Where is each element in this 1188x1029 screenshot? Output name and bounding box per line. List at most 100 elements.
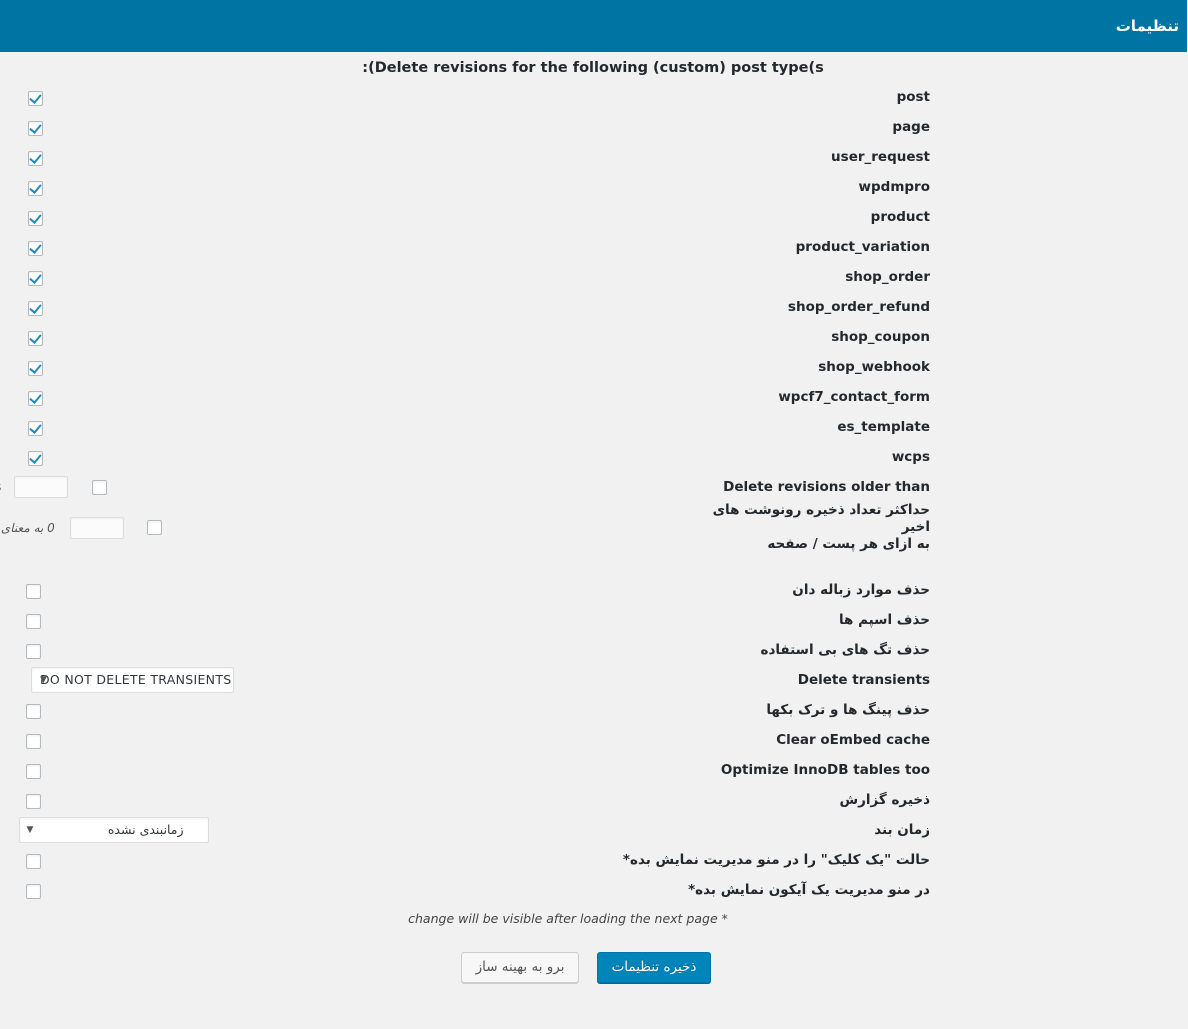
max-revisions-checkbox[interactable] [148, 520, 163, 535]
post-type-checkbox[interactable] [29, 180, 44, 196]
option-checkbox[interactable] [27, 613, 42, 629]
post-type-checkbox[interactable] [29, 360, 44, 376]
post-type-row: user_request [0, 142, 1188, 172]
post-type-checkbox[interactable] [29, 330, 44, 346]
older-than-checkbox[interactable] [92, 479, 108, 495]
post-type-checkbox[interactable] [29, 120, 44, 136]
post-type-checkbox[interactable] [29, 270, 44, 286]
option-label-cell: در منو مدیریت یک آیکون نمایش بده* [257, 875, 1188, 905]
transients-row: Delete transients ▼ DO NOT DELETE TRANSI… [0, 665, 1188, 695]
post-type-checkbox-wrap [29, 238, 44, 257]
transients-control-wrap: ▼ DO NOT DELETE TRANSIENTS [0, 667, 257, 693]
option-checkbox-wrap [27, 701, 42, 720]
schedule-row: زمان بند ▼ زمانبندی نشده [0, 815, 1188, 845]
post-type-row: wpcf7_contact_form [0, 382, 1188, 412]
form-heading: :(Delete revisions for the following (cu… [363, 60, 825, 76]
option-label-cell: ذخیره گزارش [257, 785, 1188, 815]
older-than-control-cell: (day(s [0, 472, 257, 502]
chevron-down-icon: ▼ [41, 675, 49, 685]
option-checkbox[interactable] [27, 853, 42, 869]
option-control-cell [0, 605, 257, 635]
post-type-label: shop_coupon [832, 328, 931, 345]
option-checkbox[interactable] [27, 703, 42, 719]
post-type-label: product [871, 208, 931, 225]
post-type-label-cell: shop_webhook [257, 352, 1188, 382]
option-label-cell: حذف اسپم ها [257, 605, 1188, 635]
post-type-control-cell [0, 382, 257, 412]
post-type-checkbox[interactable] [29, 150, 44, 166]
schedule-label: زمان بند [875, 821, 931, 838]
option-row: حذف موارد زباله دان [0, 575, 1188, 605]
post-type-row: shop_order [0, 262, 1188, 292]
option-control-wrap [0, 611, 257, 630]
option-control-wrap [0, 701, 257, 720]
max-revisions-label-line2: به ازای هر پست / صفحه [768, 536, 931, 552]
option-checkbox-wrap [27, 881, 42, 900]
option-row: حذف اسپم ها [0, 605, 1188, 635]
post-type-checkbox[interactable] [29, 390, 44, 406]
post-type-label-cell: post [257, 82, 1188, 112]
button-row: ذخیره تنظیمات برو به بهینه ساز [0, 926, 1188, 983]
max-revisions-control-wrap: 0 به معنای حذف تمامی رونوشت هاست [0, 516, 257, 539]
post-type-row: post [0, 82, 1188, 112]
post-type-row: wpdmpro [0, 172, 1188, 202]
option-checkbox-wrap [27, 641, 42, 660]
post-type-checkbox-wrap [29, 118, 44, 137]
option-row: در منو مدیریت یک آیکون نمایش بده* [0, 875, 1188, 905]
max-revisions-label-cell: حداکثر تعداد ذخیره رونوشت های اخیر به از… [257, 502, 1188, 553]
max-revisions-input[interactable] [70, 516, 125, 539]
post-type-row: product_variation [0, 232, 1188, 262]
transients-select[interactable]: ▼ DO NOT DELETE TRANSIENTS [32, 667, 235, 693]
footnote: change will be visible after loading the… [409, 911, 729, 926]
post-type-label: product_variation [796, 238, 931, 255]
option-label: ذخیره گزارش [840, 791, 931, 808]
option-label: حذف موارد زباله دان [793, 581, 931, 598]
post-type-label-cell: product [257, 202, 1188, 232]
post-type-label: es_template [838, 418, 931, 435]
post-type-label-cell: wpcf7_contact_form [257, 382, 1188, 412]
option-control-cell [0, 785, 257, 815]
post-type-checkbox[interactable] [29, 420, 44, 436]
max-revisions-label-line1: حداکثر تعداد ذخیره رونوشت های اخیر [713, 502, 931, 535]
post-type-row: shop_coupon [0, 322, 1188, 352]
older-than-input[interactable] [15, 476, 70, 498]
option-label: حذف تگ های بی استفاده [761, 641, 931, 658]
option-checkbox[interactable] [27, 643, 42, 659]
option-label-cell: حذف موارد زباله دان [257, 575, 1188, 605]
post-type-checkbox[interactable] [29, 450, 44, 466]
option-label: Clear oEmbed cache [777, 731, 931, 748]
option-label: Optimize InnoDB tables too [721, 761, 931, 778]
post-type-control-wrap [0, 238, 257, 257]
save-settings-button[interactable]: ذخیره تنظیمات [597, 952, 713, 983]
post-type-label: shop_webhook [819, 358, 931, 375]
schedule-select[interactable]: ▼ زمانبندی نشده [19, 817, 210, 843]
post-type-control-cell [0, 412, 257, 442]
post-type-checkbox[interactable] [29, 90, 44, 106]
post-type-control-wrap [0, 448, 257, 467]
post-type-checkbox[interactable] [29, 240, 44, 256]
older-than-label: Delete revisions older than [724, 478, 931, 495]
option-checkbox-wrap [27, 851, 42, 870]
post-type-label: post [897, 88, 931, 105]
option-checkbox[interactable] [27, 733, 42, 749]
post-type-checkbox-wrap [29, 208, 44, 227]
post-type-control-cell [0, 322, 257, 352]
option-control-wrap [0, 791, 257, 810]
post-type-control-cell [0, 262, 257, 292]
post-type-checkbox-wrap [29, 328, 44, 347]
option-checkbox[interactable] [27, 583, 42, 599]
option-checkbox[interactable] [27, 793, 42, 809]
post-type-row: shop_order_refund [0, 292, 1188, 322]
post-type-control-cell [0, 442, 257, 472]
post-type-label-cell: shop_order_refund [257, 292, 1188, 322]
post-type-control-cell [0, 142, 257, 172]
option-checkbox[interactable] [27, 763, 42, 779]
option-checkbox[interactable] [27, 883, 42, 899]
post-type-control-wrap [0, 178, 257, 197]
post-type-checkbox[interactable] [29, 210, 44, 226]
option-label-cell: حالت "یک کلیک" را در منو مدیریت نمایش بد… [257, 845, 1188, 875]
go-to-optimizer-button[interactable]: برو به بهینه ساز [461, 952, 581, 983]
option-control-wrap [0, 641, 257, 660]
post-type-checkbox[interactable] [29, 300, 44, 316]
option-control-cell [0, 575, 257, 605]
